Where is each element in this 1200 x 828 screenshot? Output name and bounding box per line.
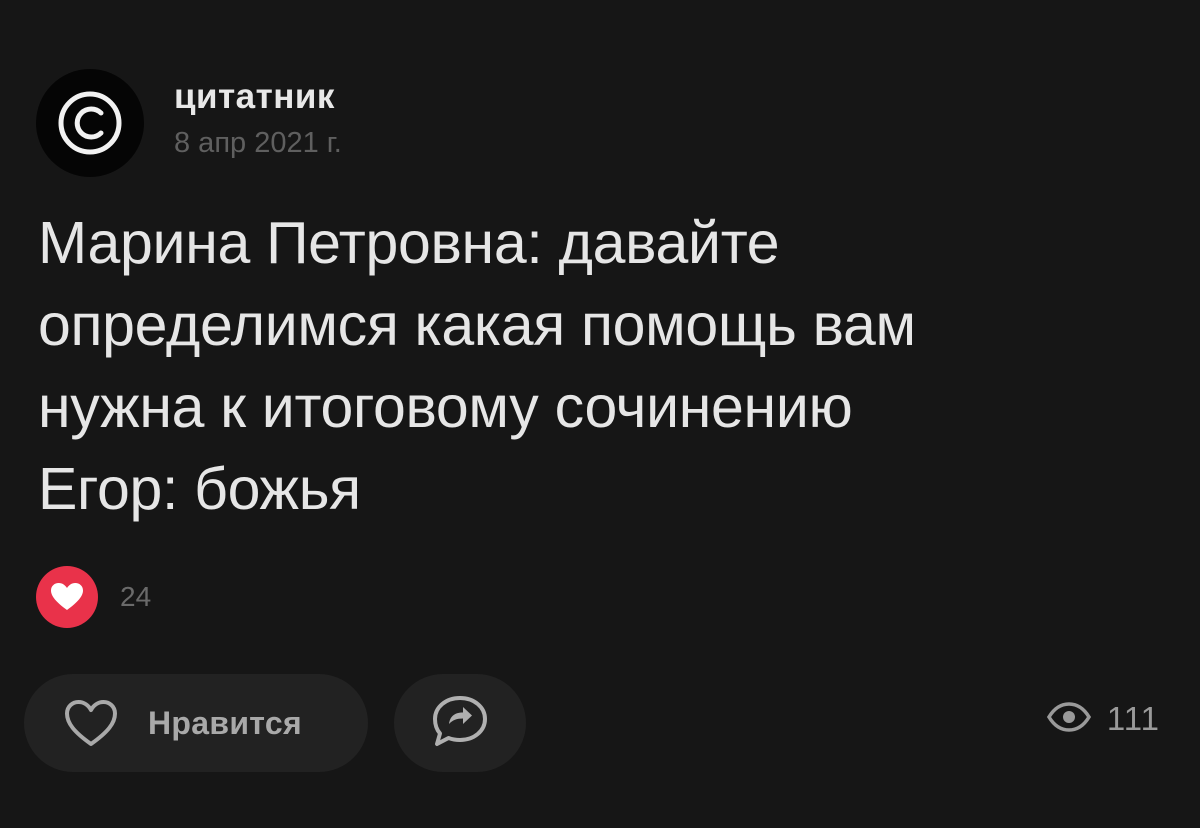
author-avatar[interactable]	[36, 69, 144, 177]
copyright-icon	[55, 88, 125, 158]
like-button[interactable]: Нравится	[24, 674, 368, 772]
reaction-count: 24	[120, 581, 152, 612]
views-counter: 111	[1046, 700, 1160, 738]
eye-icon	[1046, 701, 1091, 737]
author-name[interactable]: цитатник	[174, 75, 342, 119]
post-text-line: нужна к итоговому сочинению	[38, 374, 853, 440]
post-card: цитатник 8 апр 2021 г. Марина Петровна: …	[0, 0, 1200, 828]
views-count: 111	[1106, 700, 1160, 737]
heart-outline-icon	[64, 699, 118, 747]
post-text-line: Марина Петровна: давайте	[38, 210, 780, 276]
like-label: Нравится	[148, 704, 302, 741]
author-block: цитатник 8 апр 2021 г.	[174, 75, 342, 161]
post-date: 8 апр 2021 г.	[174, 127, 342, 159]
reactions-summary[interactable]: 24	[36, 566, 151, 628]
post-text-line: Егор: божья	[38, 456, 361, 522]
post-text: Марина Петровна: давайте определимся как…	[38, 202, 1158, 530]
share-bubble-icon	[429, 693, 491, 754]
heart-reaction-icon	[36, 566, 98, 628]
share-button[interactable]	[394, 674, 526, 772]
post-text-line: определимся какая помощь вам	[38, 292, 916, 358]
post-header: цитатник 8 апр 2021 г.	[36, 68, 342, 178]
